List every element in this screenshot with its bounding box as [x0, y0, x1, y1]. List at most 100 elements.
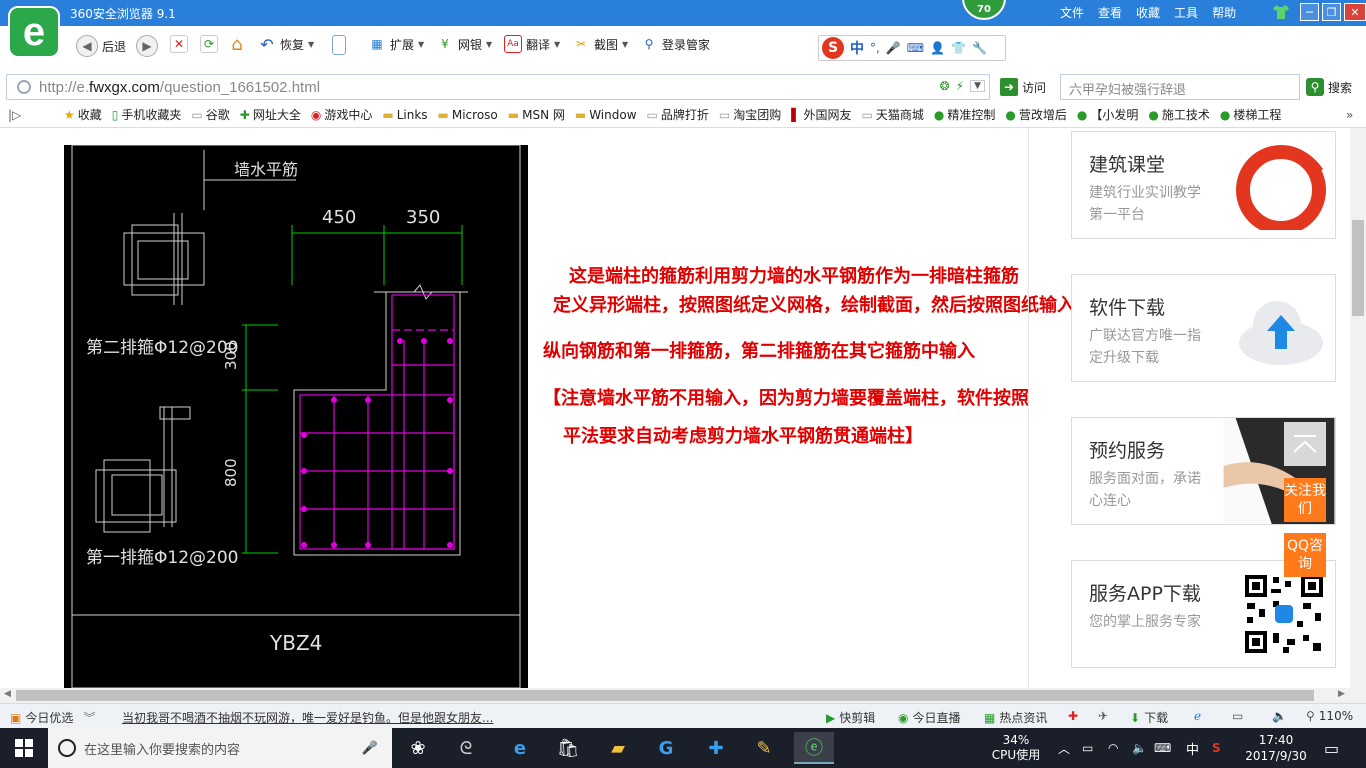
user-icon[interactable]: 👤 — [930, 41, 945, 55]
url-dropdown-icon[interactable]: ▼ — [970, 80, 985, 92]
store-icon[interactable]: 🛍 — [548, 732, 588, 764]
login-manager-button[interactable]: ⚲ 登录管家 — [640, 35, 710, 53]
fav-folder[interactable]: ▬ MSN 网 — [508, 106, 565, 123]
security-status[interactable]: ✚ — [1068, 709, 1078, 723]
refresh-button[interactable]: ⟳ — [200, 35, 218, 53]
close-button[interactable]: ✕ — [1344, 3, 1366, 21]
fav-folder[interactable]: ▬ Window — [575, 108, 637, 122]
fav-item[interactable]: ● 楼梯工程 — [1220, 106, 1282, 123]
go-button[interactable]: ➜ 访问 — [1000, 78, 1046, 96]
back-to-top-button[interactable] — [1284, 422, 1326, 466]
lightning-icon[interactable]: ⚡ — [956, 79, 964, 93]
maximize-button[interactable]: ❐ — [1322, 3, 1341, 21]
forward-button[interactable]: ▶ — [136, 35, 158, 57]
ime-indicator[interactable]: 中 — [1186, 728, 1199, 768]
menu-favorites[interactable]: 收藏 — [1136, 4, 1160, 21]
extend-button[interactable]: ▦ 扩展 ▼ — [368, 35, 424, 53]
more-favorites-icon[interactable]: » — [1346, 108, 1353, 122]
tray-expand-icon[interactable]: ︿ — [1058, 728, 1070, 768]
cpu-usage[interactable]: 34% CPU使用 — [990, 728, 1042, 768]
news-headline-link[interactable]: 当初我哥不喝酒不抽烟不玩网游，唯一爱好是钓鱼。但是他跟女朋友... — [122, 709, 493, 726]
qq-consult-button[interactable]: QQ咨询 — [1284, 533, 1326, 577]
fav-item[interactable]: ▌ 外国网友 — [791, 106, 851, 123]
sidebar-toggle-icon[interactable]: |▷ — [8, 108, 21, 122]
restore-button[interactable]: ↶ 恢复 ▼ — [258, 35, 314, 54]
fav-item[interactable]: ▯ 手机收藏夹 — [112, 106, 182, 123]
fav-item[interactable]: ▭ 淘宝团购 — [719, 106, 781, 123]
scroll-left-icon[interactable]: ◀ — [4, 689, 11, 699]
mobile-button[interactable] — [332, 35, 346, 55]
file-explorer-icon[interactable]: ▰ — [598, 732, 638, 764]
fav-item[interactable]: ● 营改增后 — [1005, 106, 1067, 123]
app-plus-icon[interactable]: ✚ — [696, 732, 736, 764]
back-button[interactable]: ◀ 后退 — [76, 35, 126, 57]
fav-item[interactable]: ★ 收藏 — [64, 106, 102, 123]
fav-item[interactable]: ◉ 游戏中心 — [311, 106, 373, 123]
wrench-icon[interactable]: 🔧 — [972, 41, 987, 55]
browser-logo-icon[interactable]: e — [8, 6, 60, 58]
quick-clip-button[interactable]: ▶ 快剪辑 — [826, 709, 875, 726]
start-button[interactable] — [0, 728, 48, 768]
search-input[interactable]: 六甲孕妇被强行辞退 — [1060, 74, 1300, 100]
compat-mode-icon[interactable]: ❂ — [940, 79, 950, 93]
app-swirl-icon[interactable]: ᘓ — [446, 732, 486, 764]
scroll-right-icon[interactable]: ▶ — [1338, 689, 1345, 699]
microphone-icon[interactable]: 🎤 — [362, 741, 378, 756]
sogou-tray-icon[interactable]: S — [1212, 728, 1221, 768]
clock[interactable]: 17:40 2017/9/30 — [1245, 728, 1307, 768]
menu-help[interactable]: 帮助 — [1212, 4, 1236, 21]
skin-icon[interactable] — [1272, 4, 1290, 20]
fav-folder[interactable]: ▬ Microso — [438, 108, 498, 122]
card-building-class[interactable]: 建筑课堂 建筑行业实训教学第一平台 — [1071, 131, 1336, 239]
fav-item[interactable]: ● 施工技术 — [1148, 106, 1210, 123]
app-g-icon[interactable]: G — [646, 732, 686, 764]
fav-item[interactable]: ● 精准控制 — [934, 106, 996, 123]
ie-mode-button[interactable]: ℯ — [1194, 709, 1201, 723]
card-software-download[interactable]: 软件下载 广联达官方唯一指定升级下载 — [1071, 274, 1336, 382]
hot-news-button[interactable]: ▦ 热点资讯 — [984, 709, 1047, 726]
search-button[interactable]: ⚲ 搜索 — [1306, 78, 1352, 96]
volume-icon[interactable]: 🔈 — [1132, 728, 1147, 768]
fav-item[interactable]: ▭ 品牌打折 — [647, 106, 709, 123]
menu-file[interactable]: 文件 — [1060, 4, 1084, 21]
menu-tools[interactable]: 工具 — [1174, 4, 1198, 21]
vertical-scroll-thumb[interactable] — [1352, 220, 1364, 316]
today-picks[interactable]: ▣ 今日优选 ︾ — [10, 709, 95, 726]
punctuation-icon[interactable]: °, — [870, 41, 880, 55]
shirt-icon[interactable]: 👕 — [951, 41, 966, 55]
keyboard-icon[interactable]: ⌨ — [907, 41, 924, 55]
security-score-badge[interactable]: 70 — [962, 0, 1006, 20]
fav-folder[interactable]: ▬ Links — [382, 108, 427, 122]
taskbar-search-input[interactable]: 在这里输入你要搜索的内容 🎤 — [48, 728, 392, 768]
live-button[interactable]: ◉ 今日直播 — [898, 709, 961, 726]
stop-button[interactable]: ✕ — [170, 35, 188, 53]
translate-button[interactable]: Aa 翻译 ▼ — [504, 35, 560, 53]
url-text[interactable]: http://e.fwxgx.com/question_1661502.html — [39, 79, 320, 96]
fav-item[interactable]: ● 【小发明 — [1077, 106, 1139, 123]
horizontal-scroll-thumb[interactable] — [16, 690, 1314, 701]
ime-toolbar[interactable]: S 中 °, 🎤 ⌨ 👤 👕 🔧 — [818, 35, 1006, 61]
menu-view[interactable]: 查看 — [1098, 4, 1122, 21]
ime-mode-label[interactable]: 中 — [850, 38, 864, 58]
follow-us-button[interactable]: 关注我们 — [1284, 478, 1326, 522]
volume-button[interactable]: 🔈 — [1272, 709, 1287, 723]
microphone-icon[interactable]: 🎤 — [886, 41, 901, 55]
minimize-button[interactable]: ─ — [1300, 3, 1319, 21]
wifi-icon[interactable]: ◠ — [1108, 728, 1118, 768]
task-view-icon[interactable]: ❀ — [398, 732, 438, 764]
edge-browser-icon[interactable]: e — [500, 732, 540, 764]
horizontal-scrollbar[interactable]: ◀ ▶ — [0, 688, 1366, 703]
browser-360-taskbar-icon[interactable]: ⓔ — [794, 732, 834, 764]
url-input[interactable]: http://e.fwxgx.com/question_1661502.html… — [6, 74, 990, 100]
pin-button[interactable]: ✈ — [1098, 709, 1108, 723]
keyboard-icon[interactable]: ⌨ — [1154, 728, 1171, 768]
vertical-scrollbar[interactable] — [1350, 128, 1366, 688]
fav-item[interactable]: ✚ 网址大全 — [240, 106, 301, 123]
screenshot-button[interactable]: ✂ 截图 ▼ — [572, 35, 628, 53]
battery-icon[interactable]: ▭ — [1082, 728, 1093, 768]
bank-button[interactable]: ¥ 网银 ▼ — [436, 35, 492, 53]
download-button[interactable]: ⬇ 下载 — [1130, 709, 1168, 726]
window-button[interactable]: ▭ — [1232, 709, 1243, 723]
notes-app-icon[interactable]: ✎ — [744, 732, 784, 764]
zoom-button[interactable]: ⚲ 110% — [1306, 709, 1353, 723]
